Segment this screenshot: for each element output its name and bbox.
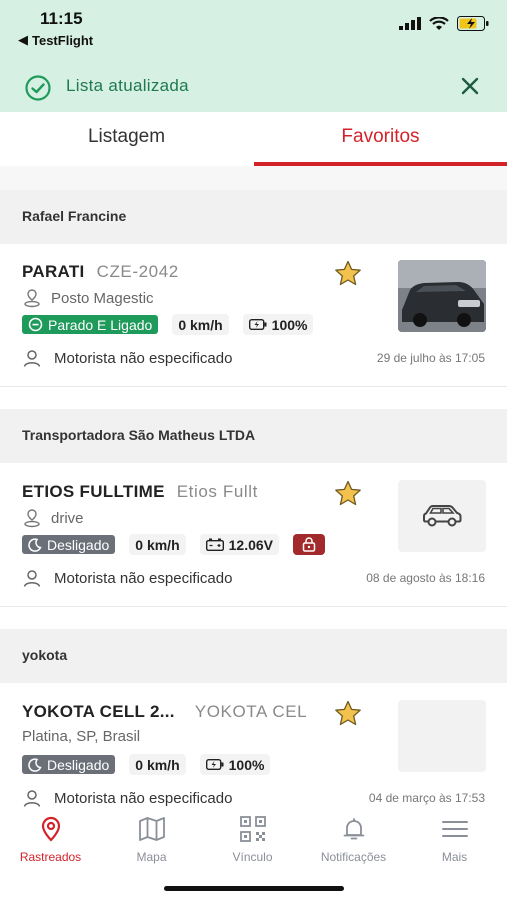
home-indicator: [164, 886, 344, 891]
user-icon: [23, 350, 41, 367]
star-icon[interactable]: [334, 700, 362, 727]
user-icon: [23, 790, 41, 807]
car-battery-icon: [205, 538, 224, 551]
back-arrow-icon: ◀: [18, 32, 28, 47]
update-toast: Lista atualizada: [0, 62, 507, 112]
last-update-date: 29 de julho às 17:05: [376, 351, 485, 365]
map-pin-icon: [24, 289, 40, 308]
battery-charging-icon: [457, 16, 489, 31]
nav-vinculo[interactable]: Vínculo: [202, 816, 303, 864]
last-update-date: 04 de março às 17:53: [368, 791, 485, 805]
back-app-label: TestFlight: [32, 32, 94, 48]
voltage-pill: 12.06V: [199, 534, 279, 555]
close-icon[interactable]: [459, 75, 481, 97]
nav-label: Mais: [441, 850, 468, 864]
vehicle-card[interactable]: YOKOTA CELL 2... YOKOTA CEL Platina, SP,…: [0, 684, 507, 826]
vehicle-name: PARATI: [22, 262, 85, 281]
divider: [0, 606, 507, 607]
status-bar: 11:15 ◀ TestFlight: [0, 0, 507, 62]
bottom-navigation: Rastreados Mapa Vínculo Notificações Mai…: [0, 808, 507, 900]
nav-notificacoes[interactable]: Notificações: [303, 816, 404, 864]
star-icon[interactable]: [334, 260, 362, 287]
location-pin-icon: [41, 816, 60, 842]
nav-rastreados[interactable]: Rastreados: [0, 816, 101, 864]
vehicle-name: YOKOTA CELL 2...: [22, 702, 175, 721]
group-name: yokota: [22, 647, 68, 663]
vehicle-location: drive: [51, 509, 84, 527]
toast-message: Lista atualizada: [66, 76, 189, 95]
back-to-app-link[interactable]: ◀ TestFlight: [18, 32, 93, 48]
moon-icon: [28, 537, 42, 552]
nav-label: Vínculo: [232, 850, 273, 864]
group-name: Transportadora São Matheus LTDA: [22, 427, 256, 443]
status-icons: [399, 16, 489, 31]
menu-icon: [441, 821, 468, 837]
tab-listagem[interactable]: Listagem: [0, 112, 253, 166]
vehicle-photo: [398, 260, 486, 332]
vehicle-plate: CZE-2042: [96, 262, 179, 281]
status-badge: Parado E Ligado: [22, 315, 159, 334]
driver-label: Motorista não especificado: [54, 789, 233, 807]
vehicle-location: Posto Magestic: [51, 289, 154, 307]
nav-label: Mapa: [136, 850, 167, 864]
map-icon: [138, 817, 165, 841]
bell-icon: [343, 818, 364, 840]
vehicle-plate: YOKOTA CEL: [194, 702, 308, 721]
tab-bar: Listagem Favoritos: [0, 112, 507, 166]
battery-pill: 100%: [199, 754, 271, 775]
vehicle-card[interactable]: PARATI CZE-2042 Posto Magestic Parado E …: [0, 244, 507, 386]
vehicle-location: Platina, SP, Brasil: [22, 728, 141, 745]
driver-label: Motorista não especificado: [54, 569, 233, 587]
car-icon: [423, 505, 462, 527]
speed-pill: 0 km/h: [129, 754, 186, 775]
nav-label: Notificações: [320, 850, 387, 864]
nav-label: Rastreados: [19, 850, 82, 864]
speed-pill: 0 km/h: [172, 314, 229, 335]
last-update-date: 08 de agosto às 18:16: [366, 571, 485, 585]
map-pin-icon: [24, 509, 40, 528]
vehicle-plate: Etios Fullt: [176, 482, 258, 501]
car-photo-icon: [398, 260, 486, 332]
driver-label: Motorista não especificado: [54, 349, 233, 367]
wifi-icon: [429, 16, 449, 30]
check-circle-icon: [25, 75, 51, 101]
divider: [0, 166, 507, 190]
group-name: Rafael Francine: [22, 208, 127, 224]
nav-mapa[interactable]: Mapa: [101, 816, 202, 864]
moon-icon: [28, 757, 42, 772]
tab-favoritos[interactable]: Favoritos: [254, 112, 507, 166]
battery-icon: [205, 759, 224, 770]
status-badge: Desligado: [22, 535, 116, 554]
stop-circle-icon: [28, 317, 43, 332]
qr-code-icon: [239, 816, 266, 842]
vehicle-placeholder: [398, 480, 486, 552]
vehicle-name: ETIOS FULLTIME: [22, 482, 165, 501]
group-header: yokota: [0, 629, 507, 683]
group-header: Rafael Francine: [0, 190, 507, 244]
nav-mais[interactable]: Mais: [404, 816, 505, 864]
divider: [0, 386, 507, 387]
vehicle-placeholder: [398, 700, 486, 772]
group-header: Transportadora São Matheus LTDA: [0, 409, 507, 463]
star-icon[interactable]: [334, 480, 362, 507]
status-badge: Desligado: [22, 755, 116, 774]
battery-pill: 100%: [242, 314, 314, 335]
signal-icon: [399, 17, 421, 30]
lock-icon: [302, 537, 316, 552]
user-icon: [23, 570, 41, 587]
lock-badge: [293, 534, 325, 555]
battery-icon: [248, 319, 267, 330]
status-time: 11:15: [40, 9, 83, 28]
vehicle-card[interactable]: ETIOS FULLTIME Etios Fullt drive Desliga…: [0, 464, 507, 606]
speed-pill: 0 km/h: [129, 534, 186, 555]
